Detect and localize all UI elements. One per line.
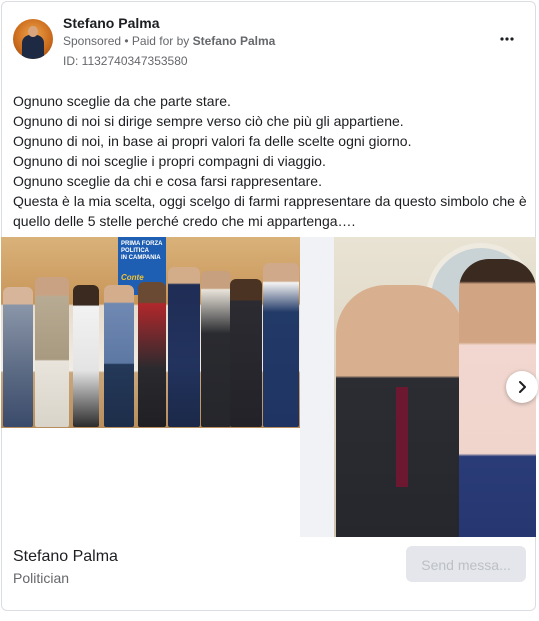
person-figure	[3, 287, 33, 427]
more-options-icon[interactable]	[497, 31, 517, 51]
chevron-right-icon	[519, 381, 526, 393]
body-line: Ognuno sceglie da che parte stare.	[13, 93, 231, 109]
ad-body-text: Ognuno sceglie da che parte stare. Ognun…	[13, 91, 533, 231]
person-figure	[138, 282, 166, 427]
person-figure	[35, 277, 69, 427]
person-figure	[263, 263, 299, 427]
banner-line: PRIMA FORZA	[121, 241, 163, 247]
paid-for-prefix: Paid for by	[131, 34, 193, 48]
separator-dot: •	[121, 34, 132, 48]
avatar-face	[28, 26, 38, 37]
advertiser-avatar[interactable]	[13, 19, 53, 59]
carousel-next-button[interactable]	[506, 371, 538, 403]
advertiser-name[interactable]: Stefano Palma	[63, 15, 159, 31]
media-carousel[interactable]: PRIMA FORZA POLITICA IN CAMPANIA Conte	[1, 237, 536, 537]
group-photo[interactable]: PRIMA FORZA POLITICA IN CAMPANIA Conte	[1, 237, 300, 428]
send-message-button[interactable]: Send messa...	[406, 546, 526, 582]
page-category: Politician	[13, 570, 70, 586]
banner-line: Conte	[121, 273, 144, 282]
person-figure	[201, 271, 231, 427]
banner-line: IN CAMPANIA	[121, 255, 161, 261]
sponsored-label: Sponsored	[63, 34, 122, 48]
carousel-gap	[300, 237, 334, 537]
body-line: quello delle 5 stelle perché credo che m…	[13, 213, 356, 229]
body-line: Questa è la mia scelta, oggi scelgo di f…	[13, 193, 527, 209]
tie	[396, 387, 408, 487]
ad-id: ID: 1132740347353580	[63, 54, 188, 68]
person-figure	[104, 285, 134, 427]
sponsored-line: Sponsored • Paid for by Stefano Palma	[63, 34, 275, 48]
paid-for-name: Stefano Palma	[192, 34, 276, 48]
body-line: Ognuno di noi, in base ai propri valori …	[13, 133, 412, 149]
avatar-figure	[22, 35, 44, 59]
page-name[interactable]: Stefano Palma	[13, 548, 118, 566]
banner-line: POLITICA	[121, 248, 149, 254]
person-figure	[73, 285, 99, 427]
body-line: Ognuno sceglie da chi e cosa farsi rappr…	[13, 173, 322, 189]
body-line: Ognuno di noi sceglie i propri compagni …	[13, 153, 326, 169]
person-figure	[230, 279, 262, 427]
body-line: Ognuno di noi si dirige sempre verso ciò…	[13, 113, 404, 129]
person-figure	[168, 267, 200, 427]
